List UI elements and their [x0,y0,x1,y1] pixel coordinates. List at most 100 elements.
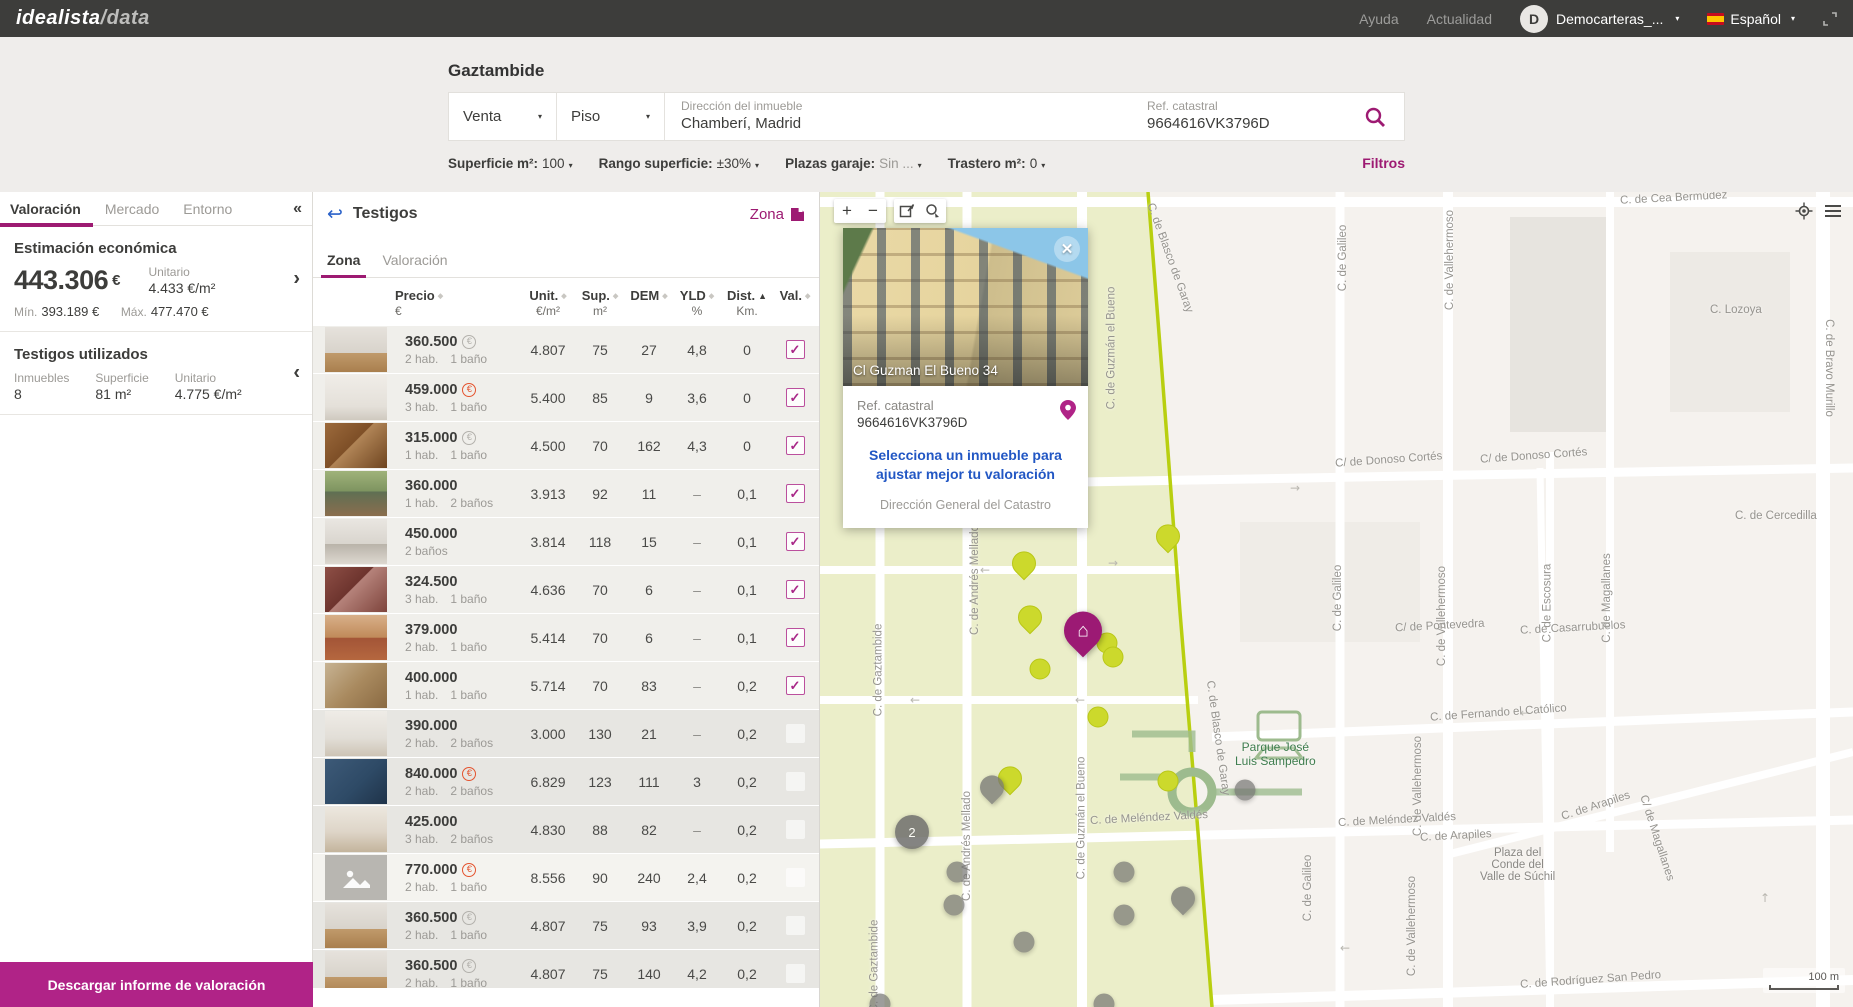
max-value: 477.470 € [151,304,209,319]
witness-row[interactable]: 324.5003 hab.1 baño 4.636706–0,1 ✓ [313,566,819,613]
locate-icon[interactable] [1795,202,1813,220]
witness-checkbox[interactable] [786,820,805,839]
witness-checkbox[interactable] [786,964,805,983]
witness-row[interactable]: 770.000€2 hab.1 baño 8.556902402,40,2 [313,854,819,901]
zone-save-link[interactable]: Zona [750,206,805,223]
witness-row[interactable]: 379.0002 hab.1 baño 5.414706–0,1 ✓ [313,614,819,661]
witness-row[interactable]: 425.0003 hab.2 baños 4.8308882–0,2 [313,806,819,853]
scale-line [1769,985,1839,990]
back-icon[interactable]: ↩ [327,203,343,226]
avatar[interactable]: D [1520,5,1548,33]
filter-item-3[interactable]: Trastero m²:0▾ [948,156,1046,171]
address-field[interactable]: Dirección del inmueble Chamberí, Madrid [665,93,1131,140]
inactive-pin-circle[interactable] [1114,862,1135,883]
expand-estimation-icon[interactable]: › [293,267,300,290]
cadastral-ref-field[interactable]: Ref. catastral 9664616VK3796D [1131,93,1346,140]
filter-item-0[interactable]: Superficie m²:100▾ [448,156,573,171]
sidebar-tab-valoración[interactable]: Valoración [10,192,81,226]
map[interactable]: ←→ ←← →← ←↑ + − [820,192,1853,1007]
witness-pin-circle[interactable] [1103,647,1124,668]
app-logo[interactable]: idealista/data [16,7,150,30]
news-link[interactable]: Actualidad [1427,11,1492,27]
close-popup-icon[interactable]: ✕ [1054,236,1080,262]
witness-checkbox[interactable]: ✓ [786,484,805,503]
witness-row[interactable]: 400.0001 hab.1 baño 5.7147083–0,2 ✓ [313,662,819,709]
listing-price: 770.000 [405,862,457,878]
column-header-4[interactable]: YLD◆% [675,288,719,318]
witness-row[interactable]: 360.0001 hab.2 baños 3.9139211–0,1 ✓ [313,470,819,517]
collapse-witnesses-icon[interactable]: ‹ [293,362,300,385]
testigos-tab-zona[interactable]: Zona [327,252,360,277]
inactive-pin-circle[interactable] [944,895,965,916]
witness-checkbox[interactable] [786,772,805,791]
zoom-area-icon[interactable] [920,199,946,223]
witness-checkbox[interactable]: ✓ [786,340,805,359]
fullscreen-icon[interactable] [1823,12,1837,26]
help-link[interactable]: Ayuda [1359,11,1398,27]
witness-row[interactable]: 390.0002 hab.2 baños 3.00013021–0,2 [313,710,819,757]
witness-row[interactable]: 459.000€3 hab.1 baño 5.4008593,60 ✓ [313,374,819,421]
witness-pin-circle[interactable] [1088,707,1109,728]
witness-pin-circle[interactable] [1030,659,1051,680]
draw-polygon-icon[interactable] [894,199,920,223]
location-pin-icon[interactable] [1060,400,1076,425]
place-label: Plaza del Conde del Valle de Súchil [1480,847,1555,883]
inactive-pin-circle[interactable] [1114,905,1135,926]
column-header-2[interactable]: Sup.◆m² [577,288,623,318]
witness-row[interactable]: 840.000€2 hab.2 baños 6.82912311130,2 [313,758,819,805]
witness-checkbox[interactable]: ✓ [786,532,805,551]
witness-checkbox[interactable] [786,724,805,743]
download-report-button[interactable]: Descargar informe de valoración [0,962,313,1007]
search-button[interactable] [1346,93,1404,140]
zoom-out-button[interactable]: − [860,199,886,223]
filter-item-1[interactable]: Rango superficie:±30%▾ [599,156,759,171]
collapse-sidebar-icon[interactable]: « [293,200,302,218]
inactive-pin-circle[interactable] [947,862,968,883]
witness-checkbox[interactable]: ✓ [786,676,805,695]
inactive-pin-circle[interactable] [1094,994,1115,1007]
listing-details: 3 hab.2 baños [405,832,519,846]
column-header-3[interactable]: DEM◆ [623,288,675,318]
column-header-6[interactable]: Val.◆ [775,288,815,318]
witness-row[interactable]: 315.000€1 hab.1 baño 4.500701624,30 ✓ [313,422,819,469]
inactive-pin-circle[interactable] [870,994,891,1007]
account-menu[interactable]: D Democarteras_... ▾ [1520,5,1679,33]
search-bar: Venta ▾ Piso ▾ Dirección del inmueble Ch… [448,92,1405,141]
witness-checkbox[interactable] [786,916,805,935]
inactive-pin-circle[interactable] [1014,932,1035,953]
filters-link[interactable]: Filtros [1362,155,1405,171]
witness-row[interactable]: 360.500€2 hab.1 baño 4.80775274,80 ✓ [313,326,819,373]
witness-checkbox[interactable]: ✓ [786,436,805,455]
witness-checkbox[interactable]: ✓ [786,628,805,647]
column-header-1[interactable]: Unit.◆€/m² [519,288,577,318]
operation-select[interactable]: Venta ▾ [449,93,557,140]
sidebar-tab-entorno[interactable]: Entorno [183,192,232,226]
witness-checkbox[interactable]: ✓ [786,388,805,407]
map-layers-menu-icon[interactable] [1825,205,1841,217]
testigos-tab-valoración[interactable]: Valoración [382,252,447,277]
column-header-0[interactable]: Precio◆€ [395,288,519,318]
witness-checkbox[interactable] [786,868,805,887]
chevron-down-icon: ▾ [538,112,542,121]
column-header-5[interactable]: Dist.▲Km. [719,288,775,318]
inactive-pin-circle[interactable] [1235,780,1256,801]
witness-row[interactable]: 450.0002 baños 3.81411815–0,1 ✓ [313,518,819,565]
witness-row[interactable]: 360.500€2 hab.1 baño 4.807751404,20,2 [313,950,819,988]
listing-photo [325,423,387,468]
filter-item-2[interactable]: Plazas garaje:Sin ...▾ [785,156,922,171]
logo-main: idealista [16,7,101,29]
zoom-in-button[interactable]: + [834,199,860,223]
sidebar-tab-mercado[interactable]: Mercado [105,192,159,226]
select-property-link[interactable]: Selecciona un inmueble para ajustar mejo… [861,446,1070,484]
property-type-select[interactable]: Piso ▾ [557,93,665,140]
language-selector[interactable]: Español ▾ [1707,11,1795,27]
witness-checkbox[interactable]: ✓ [786,580,805,599]
listing-photo [325,471,387,516]
witness-pin-circle[interactable] [1158,771,1179,792]
pin-cluster[interactable]: 2 [895,815,929,849]
chevron-down-icon: ▾ [646,112,650,121]
house-icon: ⌂ [1077,621,1088,640]
logo-suffix: /data [101,7,150,29]
witness-row[interactable]: 360.500€2 hab.1 baño 4.80775933,90,2 [313,902,819,949]
listing-photo [325,615,387,660]
